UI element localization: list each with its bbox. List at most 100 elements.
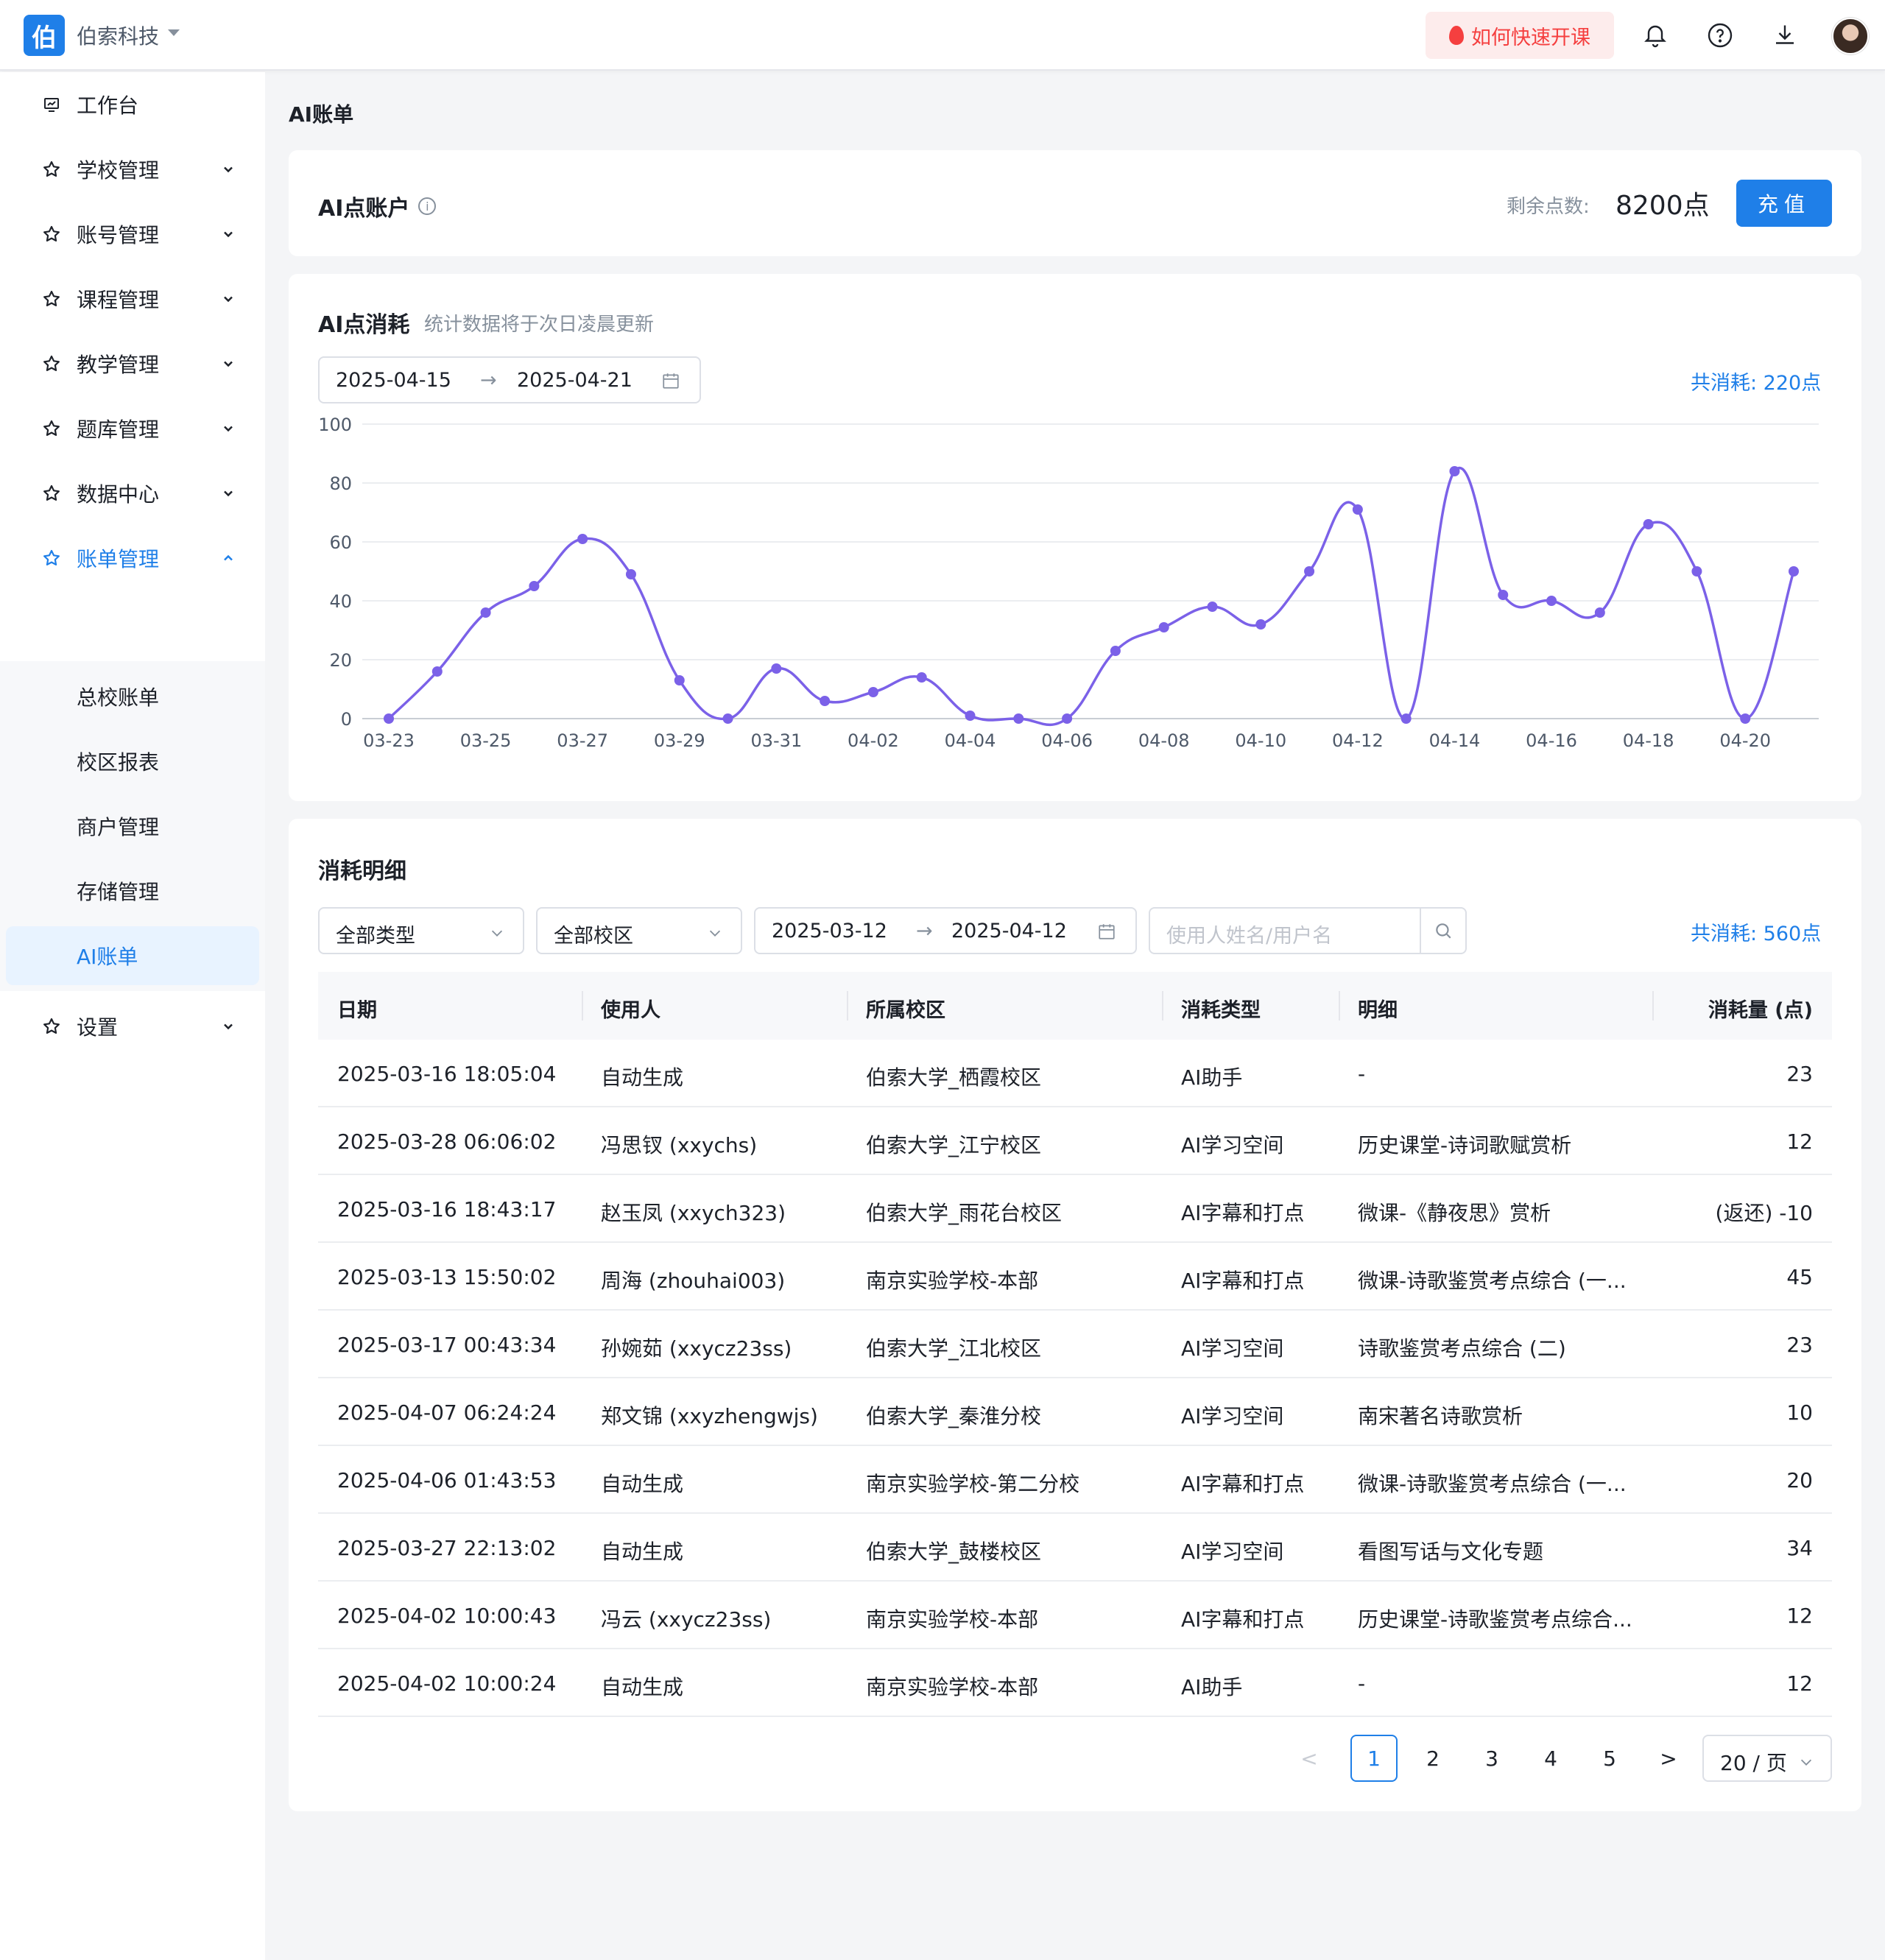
search-input[interactable]: 使用人姓名/用户名 bbox=[1166, 920, 1332, 948]
col-campus: 所属校区 bbox=[866, 999, 945, 1022]
cell-date: 2025-03-27 22:13:02 bbox=[337, 1536, 557, 1560]
sidebar-item-question-bank[interactable]: 题库管理 bbox=[0, 396, 265, 461]
y-tick-label: 100 bbox=[318, 415, 352, 435]
next-page-button[interactable]: > bbox=[1645, 1735, 1692, 1782]
sidebar-subitem-head-bill[interactable]: 总校账单 bbox=[0, 667, 265, 726]
x-tick-label: 03-25 bbox=[460, 730, 512, 751]
date-end[interactable]: 2025-04-12 bbox=[951, 920, 1067, 942]
cell-user: 冯云 (xxycz23ss) bbox=[601, 1607, 772, 1632]
search-icon[interactable] bbox=[1420, 909, 1465, 953]
col-detail: 明细 bbox=[1358, 999, 1398, 1022]
recharge-button[interactable]: 充值 bbox=[1736, 180, 1832, 227]
sidebar-item-billing[interactable]: 账单管理 bbox=[0, 526, 265, 591]
cell-user: 赵玉凤 (xxych323) bbox=[601, 1201, 786, 1225]
sidebar-subitem-merchant[interactable]: 商户管理 bbox=[0, 797, 265, 856]
cell-campus: 伯索大学_江宁校区 bbox=[866, 1133, 1042, 1157]
star-icon bbox=[41, 289, 62, 309]
x-tick-label: 04-04 bbox=[945, 730, 996, 751]
cell-date: 2025-04-02 10:00:43 bbox=[337, 1604, 557, 1628]
user-search[interactable]: 使用人姓名/用户名 bbox=[1149, 907, 1467, 954]
cell-type: AI学习空间 bbox=[1181, 1404, 1284, 1428]
avatar[interactable] bbox=[1832, 18, 1869, 54]
sidebar-subitem-campus-report[interactable]: 校区报表 bbox=[0, 732, 265, 791]
cell-campus: 伯索大学_雨花台校区 bbox=[866, 1201, 1063, 1225]
chevron-down-icon bbox=[219, 420, 237, 437]
data-point bbox=[867, 687, 878, 697]
page-button-3[interactable]: 3 bbox=[1468, 1735, 1515, 1782]
page-button-1[interactable]: 1 bbox=[1350, 1735, 1398, 1782]
detail-date-range[interactable]: 2025-03-12 → 2025-04-12 bbox=[754, 907, 1137, 954]
org-logo[interactable]: 伯 bbox=[24, 15, 65, 56]
campus-select[interactable]: 全部校区 bbox=[536, 907, 742, 954]
cell-campus: 南京实验学校-本部 bbox=[866, 1675, 1039, 1699]
cell-type: AI学习空间 bbox=[1181, 1336, 1284, 1361]
page-title: AI账单 bbox=[289, 102, 354, 127]
cell-detail: 历史课堂-诗歌鉴赏考点综合... bbox=[1358, 1607, 1632, 1632]
table-row: 2025-04-06 01:43:53 自动生成 南京实验学校-第二分校 AI字幕和打… bbox=[318, 1446, 1832, 1514]
date-start[interactable]: 2025-03-12 bbox=[772, 920, 887, 942]
x-tick-label: 04-02 bbox=[848, 730, 899, 751]
caret-down-icon[interactable] bbox=[168, 29, 180, 36]
remain-label: 剩余点数: bbox=[1507, 196, 1590, 218]
sidebar-item-data-center[interactable]: 数据中心 bbox=[0, 461, 265, 526]
y-tick-label: 0 bbox=[341, 709, 352, 730]
chevron-down-icon bbox=[219, 225, 237, 243]
type-select[interactable]: 全部类型 bbox=[318, 907, 524, 954]
data-point bbox=[1062, 713, 1073, 724]
chevron-down-icon bbox=[219, 290, 237, 308]
table-row: 2025-04-07 06:24:24 郑文锦 (xxyzhengwjs) 伯索大学… bbox=[318, 1378, 1832, 1446]
data-point bbox=[1304, 566, 1315, 577]
chevron-down-icon bbox=[219, 161, 237, 178]
data-point bbox=[674, 675, 685, 685]
table-row: 2025-03-16 18:43:17 赵玉凤 (xxych323) 伯索大学_雨花… bbox=[318, 1175, 1832, 1243]
sidebar-item-course[interactable]: 课程管理 bbox=[0, 267, 265, 331]
sidebar-item-workbench[interactable]: 工作台 bbox=[0, 72, 265, 137]
cell-campus: 南京实验学校-第二分校 bbox=[866, 1472, 1080, 1496]
help-icon[interactable] bbox=[1702, 18, 1738, 53]
sidebar-item-school[interactable]: 学校管理 bbox=[0, 137, 265, 202]
download-icon[interactable] bbox=[1767, 18, 1803, 53]
cell-campus: 南京实验学校-本部 bbox=[866, 1269, 1039, 1293]
page-size-select[interactable]: 20 / 页 bbox=[1702, 1735, 1832, 1782]
org-switcher-label[interactable]: 伯索科技 bbox=[77, 21, 159, 50]
data-point bbox=[1498, 590, 1509, 600]
cell-type: AI字幕和打点 bbox=[1181, 1607, 1305, 1632]
cell-amount: (返还) -10 bbox=[1715, 1201, 1813, 1225]
sidebar-item-teaching[interactable]: 教学管理 bbox=[0, 331, 265, 396]
sidebar-subitem-ai-bill[interactable]: AI账单 bbox=[6, 926, 259, 985]
cell-detail: 微课-《静夜思》赏析 bbox=[1358, 1201, 1551, 1225]
x-tick-label: 03-27 bbox=[557, 730, 608, 751]
data-point bbox=[771, 663, 782, 674]
table-row: 2025-04-02 10:00:43 冯云 (xxycz23ss) 南京实验学校-… bbox=[318, 1582, 1832, 1649]
cell-type: AI学习空间 bbox=[1181, 1133, 1284, 1157]
sidebar-item-account[interactable]: 账号管理 bbox=[0, 202, 265, 267]
dashboard-icon bbox=[41, 94, 62, 115]
chart-date-range[interactable]: 2025-04-15 → 2025-04-21 bbox=[318, 356, 701, 403]
data-point bbox=[1110, 646, 1121, 656]
cell-date: 2025-04-02 10:00:24 bbox=[337, 1671, 557, 1696]
page-button-5[interactable]: 5 bbox=[1586, 1735, 1633, 1782]
cell-user: 孙婉茹 (xxycz23ss) bbox=[601, 1336, 792, 1361]
date-start[interactable]: 2025-04-15 bbox=[336, 369, 451, 392]
bell-icon[interactable] bbox=[1638, 18, 1673, 53]
page-button-4[interactable]: 4 bbox=[1527, 1735, 1574, 1782]
sidebar-subitem-storage[interactable]: 存储管理 bbox=[0, 861, 265, 920]
x-tick-label: 04-06 bbox=[1041, 730, 1093, 751]
data-point bbox=[625, 569, 636, 579]
cell-type: AI字幕和打点 bbox=[1181, 1472, 1305, 1496]
info-icon[interactable]: i bbox=[418, 197, 437, 215]
date-end[interactable]: 2025-04-21 bbox=[517, 369, 633, 392]
star-icon bbox=[41, 224, 62, 244]
star-icon bbox=[41, 483, 62, 504]
sidebar: 工作台 学校管理 账号管理 课程管理 教学管理 题库管理 数据中心 账单管理 总… bbox=[0, 72, 265, 1960]
data-point bbox=[1594, 607, 1605, 618]
cell-detail: - bbox=[1358, 1062, 1366, 1086]
prev-page-button[interactable]: < bbox=[1286, 1735, 1333, 1782]
sidebar-item-settings[interactable]: 设置 bbox=[0, 994, 265, 1059]
remain-value: 8200点 bbox=[1616, 191, 1710, 221]
cell-campus: 伯索大学_鼓楼校区 bbox=[866, 1540, 1042, 1564]
quick-start-button[interactable]: 如何快速开课 bbox=[1426, 12, 1614, 59]
x-tick-label: 03-31 bbox=[750, 730, 802, 751]
data-point bbox=[577, 534, 588, 544]
page-button-2[interactable]: 2 bbox=[1409, 1735, 1456, 1782]
